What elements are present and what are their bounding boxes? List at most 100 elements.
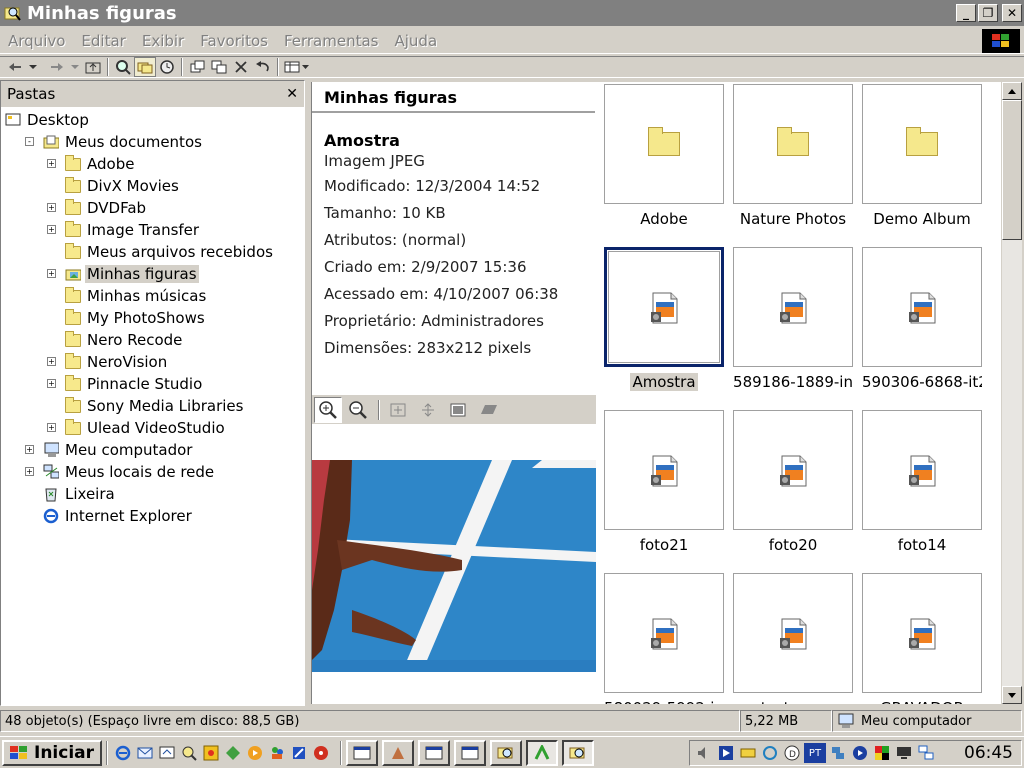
tree-item-minhas-figuras[interactable]: + Minhas figuras	[47, 263, 199, 285]
quicklaunch-messenger-icon[interactable]	[266, 742, 288, 764]
best-fit-icon[interactable]	[384, 397, 412, 423]
thumbnail-item[interactable]: Nature Photos	[733, 84, 853, 228]
thumbnail-item[interactable]: Adobe	[604, 84, 724, 228]
tree-item-sony-media-libraries[interactable]: Sony Media Libraries	[65, 395, 245, 417]
thumbnail-item[interactable]: foto20	[733, 410, 853, 554]
tree-item-dvdfab[interactable]: + DVDFab	[47, 197, 148, 219]
thumbnail-frame[interactable]	[604, 247, 724, 367]
collapse-icon[interactable]: -	[25, 137, 34, 146]
zoom-in-icon[interactable]	[314, 396, 342, 423]
tree-item-meu-computador[interactable]: + Meu computador	[25, 439, 194, 461]
tree-item-divx-movies[interactable]: DivX Movies	[65, 175, 181, 197]
quicklaunch-search-icon[interactable]	[178, 742, 200, 764]
thumbnail-frame[interactable]	[862, 410, 982, 530]
expand-icon[interactable]: +	[25, 445, 34, 454]
back-icon[interactable]	[4, 57, 26, 77]
actual-size-icon[interactable]	[414, 397, 442, 423]
quicklaunch-media-icon[interactable]	[200, 742, 222, 764]
language-indicator[interactable]: PT	[804, 743, 826, 763]
tree-item-nerovision[interactable]: + NeroVision	[47, 351, 169, 373]
color-tray-icon[interactable]	[872, 743, 892, 763]
quicklaunch-wordpad-icon[interactable]	[288, 742, 310, 764]
menu-ajuda[interactable]: Ajuda	[387, 32, 446, 50]
quicklaunch-outlook-icon[interactable]	[134, 742, 156, 764]
clock[interactable]: 06:45	[964, 743, 1013, 763]
task-button-1[interactable]	[346, 739, 379, 766]
forward-icon[interactable]	[46, 57, 68, 77]
back-dropdown-icon[interactable]	[26, 57, 40, 77]
scrollbar-thumb[interactable]	[1002, 100, 1022, 240]
volume-icon[interactable]	[694, 743, 714, 763]
thumbnail-item[interactable]: 580029-5992-in	[604, 573, 724, 704]
expand-icon[interactable]: +	[47, 379, 56, 388]
thumbnail-item[interactable]: Demo Album	[862, 84, 982, 228]
thumbnail-item[interactable]: foto14	[862, 410, 982, 554]
tree-item-nero-recode[interactable]: Nero Recode	[65, 329, 184, 351]
up-folder-icon[interactable]	[82, 57, 104, 77]
move-to-icon[interactable]	[186, 57, 208, 77]
scroll-up-icon[interactable]	[1002, 82, 1022, 100]
thumbnail-item[interactable]: 589186-1889-in	[733, 247, 853, 391]
quicklaunch-network-icon[interactable]	[222, 742, 244, 764]
start-button[interactable]: Iniciar	[2, 739, 103, 766]
undo-icon[interactable]	[252, 57, 274, 77]
views-icon[interactable]	[282, 57, 312, 77]
thumbnail-item[interactable]: foto21	[604, 410, 724, 554]
expand-icon[interactable]: +	[25, 467, 34, 476]
tree-item-pinnacle-studio[interactable]: + Pinnacle Studio	[47, 373, 204, 395]
task-button-4[interactable]	[454, 739, 487, 766]
thumbnail-frame[interactable]	[733, 573, 853, 693]
thumbnail-item[interactable]: GRAVADOR	[862, 573, 982, 704]
minimize-button[interactable]: _	[956, 4, 976, 22]
tree-item-meus-arquivos-recebidos[interactable]: Meus arquivos recebidos	[65, 241, 275, 263]
expand-icon[interactable]: +	[47, 203, 56, 212]
menu-ferramentas[interactable]: Ferramentas	[276, 32, 387, 50]
expand-icon[interactable]: +	[47, 357, 56, 366]
close-button[interactable]: ✕	[1002, 4, 1022, 22]
sync-tray-icon[interactable]	[760, 743, 780, 763]
search-icon[interactable]	[112, 57, 134, 77]
expand-icon[interactable]: +	[47, 225, 56, 234]
network-tray-icon[interactable]	[828, 743, 848, 763]
tree-item-desktop[interactable]: Desktop	[5, 109, 91, 131]
thumbnail-frame[interactable]	[604, 410, 724, 530]
tree-item-lixeira[interactable]: Lixeira	[43, 483, 117, 505]
expand-icon[interactable]: +	[47, 159, 56, 168]
tree-item-image-transfer[interactable]: + Image Transfer	[47, 219, 201, 241]
task-button-2[interactable]	[382, 739, 415, 766]
expand-icon[interactable]: +	[47, 269, 56, 278]
media-player-tray-icon[interactable]	[716, 743, 736, 763]
quicklaunch-disc-icon[interactable]	[310, 742, 332, 764]
rotate-icon[interactable]	[474, 397, 502, 423]
tree-item-internet-explorer[interactable]: Internet Explorer	[43, 505, 194, 527]
quicklaunch-player-icon[interactable]	[244, 742, 266, 764]
tree-item-meus-locais-de-rede[interactable]: + Meus locais de rede	[25, 461, 216, 483]
disc-tray-icon[interactable]: D	[782, 743, 802, 763]
quicklaunch-ie-icon[interactable]	[112, 742, 134, 764]
tree-item-meus-documentos[interactable]: - Meus documentos	[25, 131, 204, 153]
title-bar[interactable]: Minhas figuras _ ❐ ✕	[0, 0, 1024, 26]
menu-arquivo[interactable]: Arquivo	[0, 32, 73, 50]
copy-to-icon[interactable]	[208, 57, 230, 77]
history-icon[interactable]	[156, 57, 178, 77]
task-button-6[interactable]	[526, 739, 559, 766]
expand-icon[interactable]: +	[47, 423, 56, 432]
thumbnail-frame[interactable]	[862, 573, 982, 693]
scroll-down-icon[interactable]	[1002, 686, 1022, 704]
task-button-5[interactable]	[490, 739, 523, 766]
vertical-scrollbar[interactable]	[1002, 82, 1022, 704]
player-tray-icon[interactable]	[850, 743, 870, 763]
lan-tray-icon[interactable]	[916, 743, 936, 763]
thumbnail-frame[interactable]	[733, 247, 853, 367]
tree-item-my-photoshows[interactable]: My PhotoShows	[65, 307, 207, 329]
thumbnail-item[interactable]: 590306-6868-it2	[862, 247, 982, 391]
drive-tray-icon[interactable]	[738, 743, 758, 763]
thumbnail-frame[interactable]	[733, 84, 853, 204]
restore-button[interactable]: ❐	[978, 4, 998, 22]
quicklaunch-desktop-icon[interactable]	[156, 742, 178, 764]
thumbnail-frame[interactable]	[733, 410, 853, 530]
thumbnail-item[interactable]: testpose	[733, 573, 853, 704]
tree-item-minhas-m-sicas[interactable]: Minhas músicas	[65, 285, 208, 307]
thumbnail-frame[interactable]	[604, 84, 724, 204]
delete-icon[interactable]	[230, 57, 252, 77]
